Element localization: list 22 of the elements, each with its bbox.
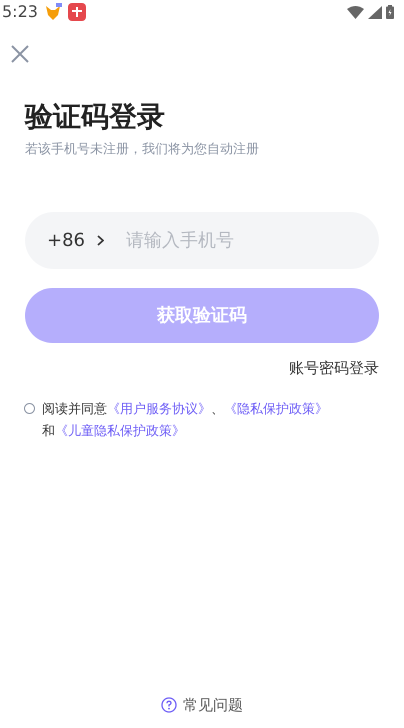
subtitle: 若该手机号未注册，我们将为您自动注册	[25, 141, 260, 159]
close-button[interactable]	[10, 44, 30, 64]
close-icon	[11, 45, 29, 63]
app-icon	[68, 3, 86, 21]
battery-icon	[386, 5, 394, 19]
page-title: 验证码登录	[25, 99, 166, 134]
faq-link[interactable]: 常见问题	[183, 694, 243, 716]
agreement-link[interactable]: 《儿童隐私保护政策》	[55, 424, 185, 439]
status-time: 5:23	[2, 1, 38, 23]
phone-field[interactable]: +86 请输入手机号	[25, 212, 379, 268]
password-login-link[interactable]: 账号密码登录	[289, 356, 379, 379]
wifi-icon	[347, 6, 364, 18]
agreement-link[interactable]: 《隐私保护政策》	[224, 402, 328, 417]
help-icon	[161, 696, 177, 713]
agreement-text: 阅读并同意《用户服务协议》、《隐私保护政策》 和《儿童隐私保护政策》	[42, 401, 328, 441]
chevron-icon	[97, 234, 104, 246]
agreement-link[interactable]: 《用户服务协议》	[107, 402, 211, 417]
signal-icon	[368, 6, 382, 18]
agree-radio[interactable]	[24, 403, 35, 414]
phone-input[interactable]: 请输入手机号	[126, 226, 326, 254]
country-code[interactable]: +86	[47, 226, 85, 254]
fox-app-icon	[44, 3, 62, 21]
